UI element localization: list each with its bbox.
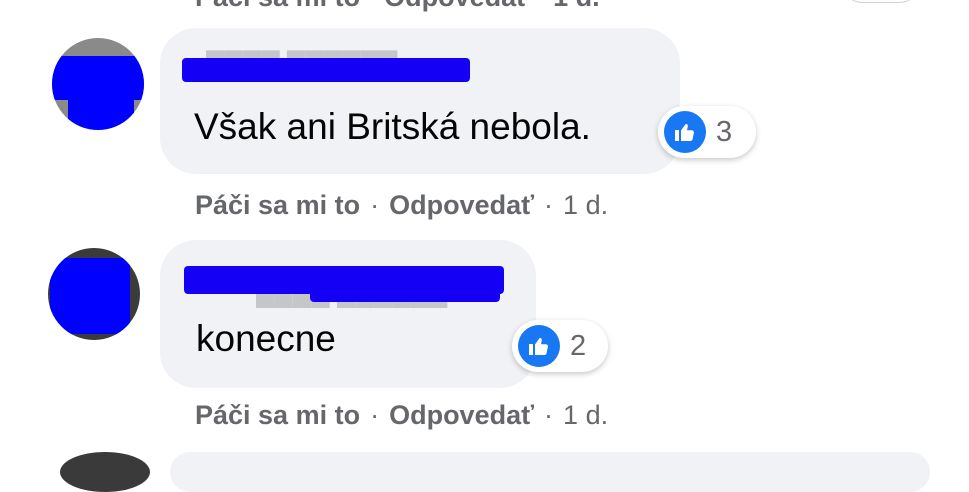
comment-bubble: ████ ██████ Však ani Britská nebola. [160, 28, 680, 174]
reaction-count: 2 [570, 329, 587, 362]
comment-time[interactable]: 1 d. [553, 0, 600, 12]
separator-dot: · [544, 190, 554, 220]
redaction-mask [50, 258, 130, 334]
comment-text: Však ani Britská nebola. [194, 106, 591, 147]
comment-bubble: ████ ██████ konecne [160, 240, 536, 388]
previous-reaction-badge [840, 0, 922, 3]
avatar[interactable] [48, 248, 140, 340]
comment-actions: Páči sa mi to · Odpovedať · 1 d. [195, 190, 608, 221]
comment-actions: Páči sa mi to · Odpovedať · 1 d. [195, 400, 608, 431]
comment-time[interactable]: 1 d. [563, 190, 608, 221]
avatar[interactable] [52, 38, 144, 130]
like-link[interactable]: Páči sa mi to [195, 0, 360, 12]
like-icon [518, 325, 560, 367]
reply-link[interactable]: Odpovedať [389, 400, 534, 431]
separator-dot: · [544, 400, 554, 430]
redaction-mask [310, 290, 500, 302]
thumbs-up-icon [675, 124, 694, 141]
reply-link[interactable]: Odpovedať [384, 0, 529, 12]
thumbs-up-icon [529, 338, 548, 355]
separator-dot: · [368, 0, 385, 12]
redaction-mask [182, 58, 470, 82]
avatar[interactable] [60, 452, 150, 492]
separator-dot: · [370, 400, 380, 430]
comment-bubble [170, 452, 930, 492]
like-icon [664, 111, 706, 153]
separator-dot: · [370, 190, 380, 220]
comment-time[interactable]: 1 d. [563, 400, 608, 431]
reaction-summary[interactable]: 3 [658, 106, 756, 158]
redaction-mask [52, 56, 144, 100]
like-link[interactable]: Páči sa mi to [195, 400, 360, 431]
reply-link[interactable]: Odpovedať [389, 190, 534, 221]
redaction-mask [68, 96, 134, 130]
like-link[interactable]: Páči sa mi to [195, 190, 360, 221]
separator-dot: · [537, 0, 554, 12]
previous-comment-actions: Páči sa mi to · Odpovedať · 1 d. [195, 0, 600, 13]
comment-text: konecne [196, 318, 336, 359]
reaction-summary[interactable]: 2 [512, 320, 608, 372]
reaction-count: 3 [716, 115, 733, 148]
